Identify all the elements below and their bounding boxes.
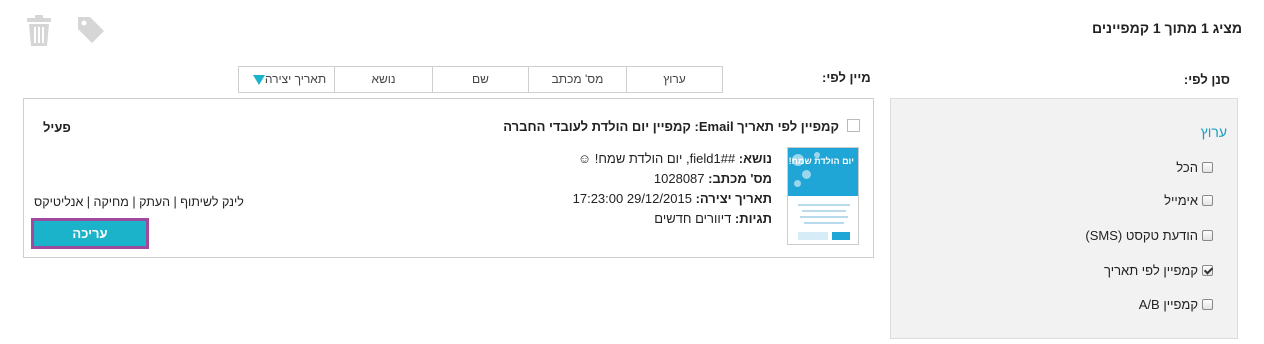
edit-button[interactable]: עריכה bbox=[34, 221, 146, 246]
filter-option-label: קמפיין A/B bbox=[1138, 296, 1198, 312]
campaign-action-links: לינק לשיתוף | העתק | מחיקה | אנליטיקס bbox=[34, 195, 244, 209]
sort-tab-letter-number[interactable]: מס' מכתב bbox=[528, 67, 626, 92]
tags-value: דיוורים חדשים bbox=[654, 211, 732, 226]
sort-desc-arrow-icon bbox=[252, 74, 265, 85]
filter-option-sms[interactable]: הודעת טקסט (SMS) bbox=[1085, 226, 1213, 244]
analytics-link[interactable]: אנליטיקס bbox=[34, 195, 83, 209]
sort-label: מיין לפי: bbox=[822, 70, 871, 85]
subject-value: ##field1, יום הולדת שמח! ☺ bbox=[577, 151, 736, 166]
delete-link[interactable]: מחיקה bbox=[94, 195, 129, 209]
filter-option-label: קמפיין לפי תאריך bbox=[1104, 262, 1198, 278]
campaign-card: קמפיין לפי תאריך Email: קמפיין יום הולדת… bbox=[23, 98, 874, 258]
sort-tab-label: תאריך יצירה bbox=[264, 72, 327, 86]
filter-option-label: הכל bbox=[1176, 159, 1198, 175]
tag-icon[interactable] bbox=[76, 15, 106, 48]
filter-option-label: הודעת טקסט (SMS) bbox=[1085, 227, 1198, 243]
campaign-tags: תגיות: דיוורים חדשים bbox=[654, 211, 772, 226]
checkbox[interactable] bbox=[1202, 161, 1213, 173]
filter-option-ab-campaign[interactable]: קמפיין A/B bbox=[1139, 295, 1213, 313]
tags-label: תגיות: bbox=[734, 211, 772, 226]
filter-option-date-campaign[interactable]: קמפיין לפי תאריך bbox=[1104, 261, 1213, 279]
campaign-title[interactable]: קמפיין לפי תאריך Email: קמפיין יום הולדת… bbox=[503, 119, 839, 134]
thumbnail-text: יום הולדת שמח! bbox=[788, 156, 854, 166]
sort-tab-subject[interactable]: נושא bbox=[334, 67, 432, 92]
filter-heading: ערוץ bbox=[1200, 124, 1227, 140]
sort-tab-name[interactable]: שם bbox=[432, 67, 528, 92]
subject-label: נושא: bbox=[738, 151, 772, 166]
share-link[interactable]: לינק לשיתוף bbox=[180, 195, 244, 209]
letter-label: מס' מכתב: bbox=[708, 171, 772, 186]
checkbox-checked[interactable] bbox=[1202, 264, 1213, 276]
edit-button-highlight: עריכה bbox=[31, 218, 149, 249]
checkbox[interactable] bbox=[1202, 229, 1213, 241]
campaign-letter-number: מס' מכתב: 1028087 bbox=[654, 171, 772, 186]
checkbox[interactable] bbox=[1202, 298, 1213, 310]
filter-option-email[interactable]: אימייל bbox=[1164, 191, 1213, 209]
created-label: תאריך יצירה: bbox=[695, 191, 772, 206]
letter-value: 1028087 bbox=[653, 171, 705, 186]
filter-option-label: אימייל bbox=[1164, 192, 1198, 208]
campaign-thumbnail[interactable]: יום הולדת שמח! bbox=[787, 147, 859, 245]
filter-panel: ערוץ הכל אימייל הודעת טקסט (SMS) קמפיין … bbox=[890, 98, 1238, 339]
campaign-select-checkbox[interactable] bbox=[847, 119, 860, 132]
filter-option-all[interactable]: הכל bbox=[1176, 158, 1213, 176]
sort-tabs: ערוץ מס' מכתב שם נושא תאריך יצירה bbox=[238, 66, 723, 93]
page-title: מציג 1 מתוך 1 קמפיינים bbox=[1092, 20, 1242, 36]
campaign-created: תאריך יצירה: 29/12/2015 17:23:00 bbox=[573, 191, 772, 206]
created-value: 29/12/2015 17:23:00 bbox=[572, 191, 692, 206]
sort-tab-creation-date[interactable]: תאריך יצירה bbox=[239, 67, 334, 92]
trash-icon[interactable] bbox=[26, 15, 52, 50]
campaign-status: פעיל bbox=[43, 120, 71, 135]
copy-link[interactable]: העתק bbox=[139, 195, 170, 209]
sort-tab-channel[interactable]: ערוץ bbox=[626, 67, 722, 92]
filter-label: סנן לפי: bbox=[1183, 72, 1230, 87]
campaign-subject: נושא: ##field1, יום הולדת שמח! ☺ bbox=[578, 151, 772, 166]
checkbox[interactable] bbox=[1202, 194, 1213, 206]
